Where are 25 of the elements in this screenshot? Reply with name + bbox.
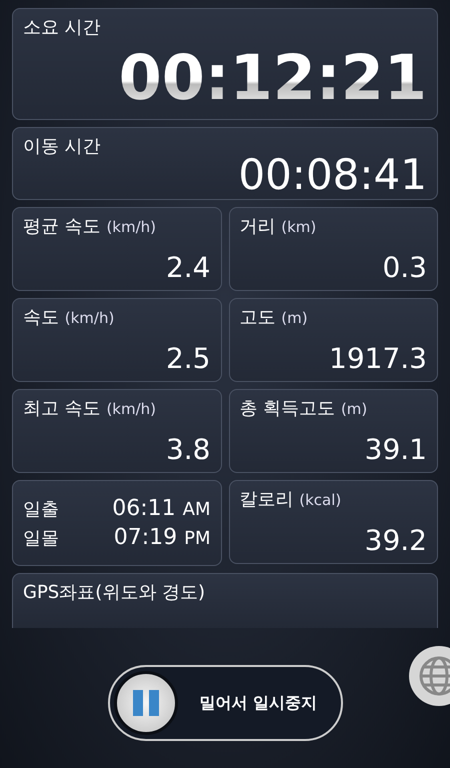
stat-value: 1917.3 <box>329 342 427 375</box>
stat-value: 2.4 <box>166 250 210 284</box>
stat-value: 39.1 <box>364 432 427 466</box>
card-label: 최고 속도 (km/h) <box>23 396 156 420</box>
card-label: 이동 시간 <box>23 134 101 158</box>
card-label: 소요 시간 <box>23 16 101 39</box>
stat-value: 0.3 <box>382 250 427 284</box>
card-label: 고도 (m) <box>240 306 308 329</box>
sun-time: 07:19 PM <box>114 524 210 550</box>
stat-value: 3.8 <box>166 432 210 466</box>
pause-slider[interactable]: 밀어서 일시중지 <box>108 665 342 741</box>
stat-value: 2.5 <box>166 342 210 375</box>
card-label: 칼로리 (kcal) <box>240 488 342 511</box>
sun-time: 06:11 AM <box>112 496 210 521</box>
card-label: 거리 (km) <box>240 214 316 238</box>
card-label: 평균 속도 (km/h) <box>23 214 156 238</box>
pause-icon[interactable] <box>114 671 178 735</box>
card-label: 속도 (km/h) <box>23 306 114 329</box>
card-label: 총 획득고도 (m) <box>240 396 368 420</box>
sun-label: 일몰 <box>23 526 59 550</box>
sun-label: 일출 <box>23 498 59 521</box>
card-label: GPS좌표(위도와 경도) <box>23 580 205 604</box>
moving-time-value: 00:08:41 <box>238 154 427 196</box>
stat-value: 39.2 <box>364 524 427 557</box>
globe-icon[interactable] <box>408 645 450 707</box>
